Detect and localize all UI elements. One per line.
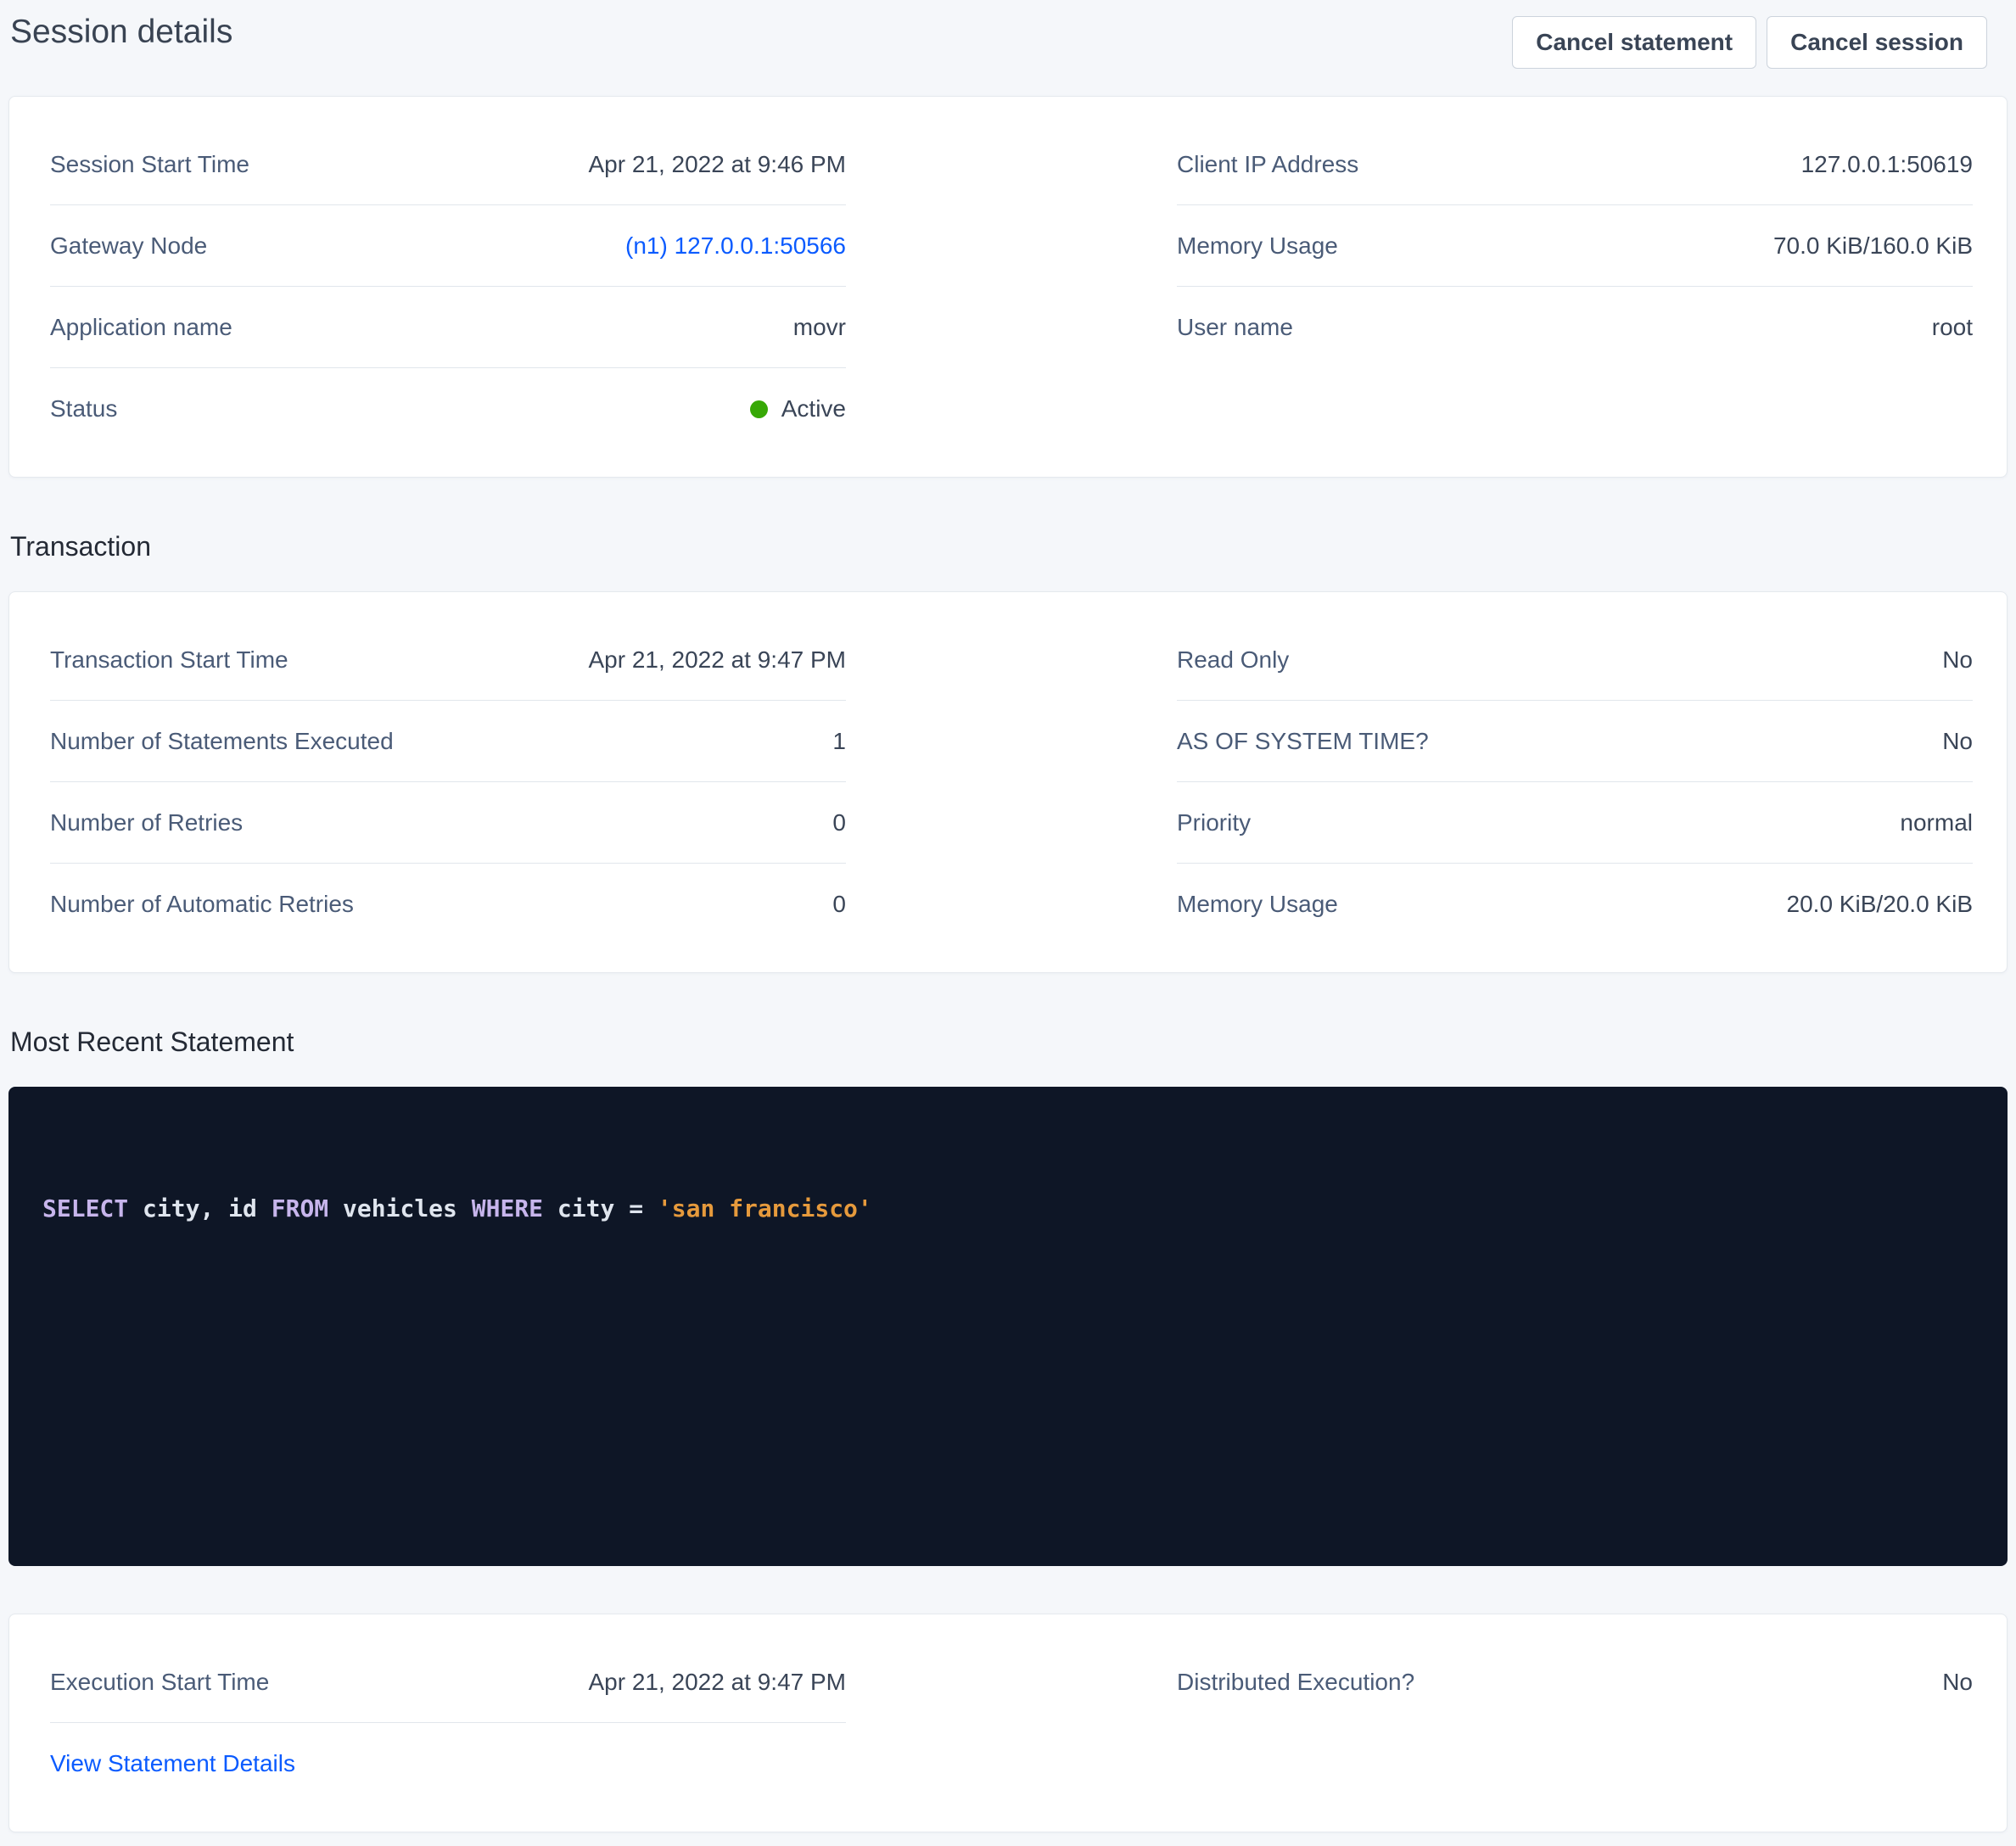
row-value: 1 <box>832 728 846 755</box>
row-label: Priority <box>1177 809 1251 836</box>
row-label: Gateway Node <box>50 232 207 260</box>
row-label: Number of Retries <box>50 809 243 836</box>
row-label: Distributed Execution? <box>1177 1669 1414 1696</box>
session-details-page: Session details Cancel statement Cancel … <box>0 0 2016 1846</box>
row-value: 20.0 KiB/20.0 KiB <box>1787 891 1973 918</box>
view-statement-details-link[interactable]: View Statement Details <box>50 1750 295 1777</box>
row-label: Status <box>50 395 117 422</box>
row-label: Transaction Start Time <box>50 646 288 674</box>
status-text: Active <box>781 395 846 422</box>
transaction-card-right-column: Read Only No AS OF SYSTEM TIME? No Prior… <box>1177 619 1973 945</box>
row-label: Session Start Time <box>50 151 249 178</box>
row-value: 70.0 KiB/160.0 KiB <box>1773 232 1973 260</box>
row-label: Application name <box>50 314 232 341</box>
row-value: Apr 21, 2022 at 9:46 PM <box>588 151 846 178</box>
row-memory-usage: Memory Usage 70.0 KiB/160.0 KiB <box>1177 205 1973 287</box>
gateway-node-link[interactable]: (n1) 127.0.0.1:50566 <box>625 232 846 260</box>
row-application-name: Application name movr <box>50 287 846 368</box>
row-value: 127.0.0.1:50619 <box>1801 151 1973 178</box>
sql-token-plain: city = <box>543 1194 658 1222</box>
row-label: Read Only <box>1177 646 1289 674</box>
execution-card-right-column: Distributed Execution? No <box>1177 1642 1973 1723</box>
row-label: User name <box>1177 314 1293 341</box>
row-transaction-memory-usage: Memory Usage 20.0 KiB/20.0 KiB <box>1177 864 1973 945</box>
row-value: movr <box>793 314 846 341</box>
row-value: root <box>1932 314 1973 341</box>
row-label: Memory Usage <box>1177 891 1338 918</box>
row-label: Client IP Address <box>1177 151 1358 178</box>
execution-card: Execution Start Time Apr 21, 2022 at 9:4… <box>8 1614 2008 1832</box>
statement-section-heading: Most Recent Statement <box>10 1024 2008 1060</box>
transaction-section-heading: Transaction <box>10 529 2008 564</box>
sql-token-keyword: SELECT <box>42 1194 128 1222</box>
row-gateway-node: Gateway Node (n1) 127.0.0.1:50566 <box>50 205 846 287</box>
cancel-statement-button[interactable]: Cancel statement <box>1512 16 1756 69</box>
row-view-statement-details: View Statement Details <box>50 1723 846 1804</box>
execution-card-left-column: Execution Start Time Apr 21, 2022 at 9:4… <box>50 1642 846 1804</box>
row-transaction-start-time: Transaction Start Time Apr 21, 2022 at 9… <box>50 619 846 701</box>
page-title: Session details <box>10 10 232 54</box>
transaction-card: Transaction Start Time Apr 21, 2022 at 9… <box>8 591 2008 973</box>
row-label: AS OF SYSTEM TIME? <box>1177 728 1429 755</box>
row-label: Number of Automatic Retries <box>50 891 354 918</box>
row-number-of-retries: Number of Retries 0 <box>50 782 846 864</box>
row-value: Apr 21, 2022 at 9:47 PM <box>588 1669 846 1696</box>
session-card-right-column: Client IP Address 127.0.0.1:50619 Memory… <box>1177 124 1973 368</box>
row-distributed-execution: Distributed Execution? No <box>1177 1642 1973 1723</box>
row-label: Memory Usage <box>1177 232 1338 260</box>
row-status: Status Active <box>50 368 846 450</box>
row-value: No <box>1942 1669 1973 1696</box>
status-badge: Active <box>750 395 846 422</box>
row-execution-start-time: Execution Start Time Apr 21, 2022 at 9:4… <box>50 1642 846 1723</box>
row-value: 0 <box>832 809 846 836</box>
row-label: Number of Statements Executed <box>50 728 394 755</box>
sql-token-keyword: FROM <box>272 1194 328 1222</box>
sql-statement-block: SELECT city, id FROM vehicles WHERE city… <box>8 1087 2008 1566</box>
header-buttons: Cancel statement Cancel session <box>1512 16 1987 69</box>
row-label: Execution Start Time <box>50 1669 269 1696</box>
row-session-start-time: Session Start Time Apr 21, 2022 at 9:46 … <box>50 124 846 205</box>
transaction-card-left-column: Transaction Start Time Apr 21, 2022 at 9… <box>50 619 846 945</box>
row-client-ip-address: Client IP Address 127.0.0.1:50619 <box>1177 124 1973 205</box>
row-priority: Priority normal <box>1177 782 1973 864</box>
session-card-left-column: Session Start Time Apr 21, 2022 at 9:46 … <box>50 124 846 450</box>
active-status-dot-icon <box>750 400 768 418</box>
row-value: 0 <box>832 891 846 918</box>
row-value: No <box>1942 728 1973 755</box>
sql-token-string: 'san francisco' <box>658 1194 872 1222</box>
sql-statement-line: SELECT city, id FROM vehicles WHERE city… <box>42 1192 1974 1226</box>
row-value: No <box>1942 646 1973 674</box>
sql-token-plain: vehicles <box>328 1194 472 1222</box>
row-value: normal <box>1900 809 1973 836</box>
row-value: Apr 21, 2022 at 9:47 PM <box>588 646 846 674</box>
sql-token-keyword: WHERE <box>472 1194 543 1222</box>
row-automatic-retries: Number of Automatic Retries 0 <box>50 864 846 945</box>
sql-token-plain: city, id <box>128 1194 272 1222</box>
row-user-name: User name root <box>1177 287 1973 368</box>
cancel-session-button[interactable]: Cancel session <box>1767 16 1987 69</box>
row-as-of-system-time: AS OF SYSTEM TIME? No <box>1177 701 1973 782</box>
row-read-only: Read Only No <box>1177 619 1973 701</box>
session-summary-card: Session Start Time Apr 21, 2022 at 9:46 … <box>8 96 2008 478</box>
page-header: Session details Cancel statement Cancel … <box>8 8 2008 80</box>
row-statements-executed: Number of Statements Executed 1 <box>50 701 846 782</box>
